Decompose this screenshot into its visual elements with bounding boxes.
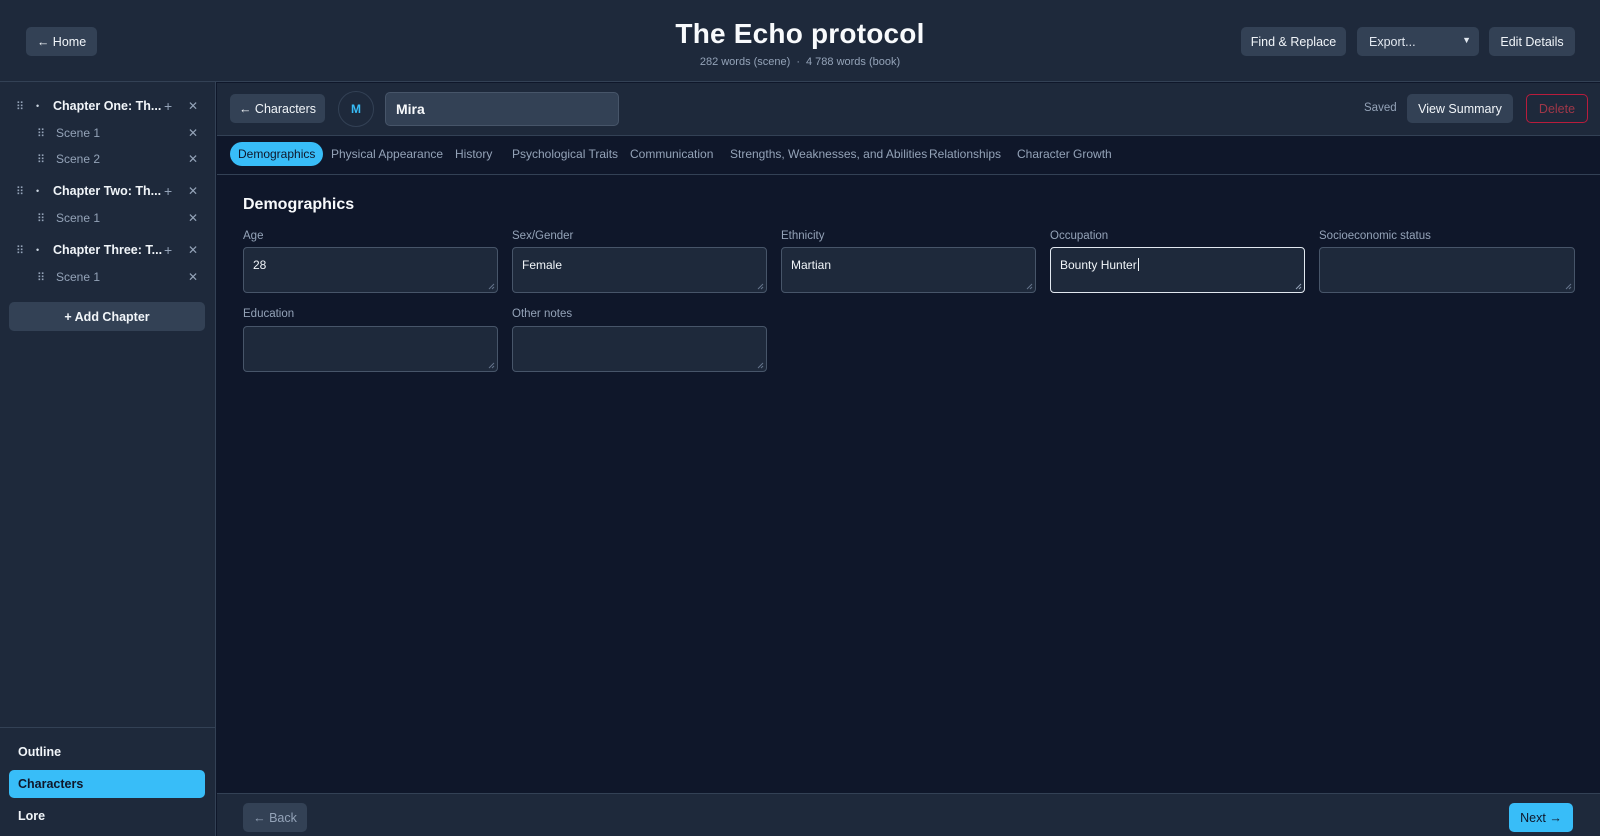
chapter-title[interactable]: Chapter One: Th... xyxy=(53,99,161,113)
resize-handle-icon[interactable] xyxy=(757,362,764,369)
save-status: Saved xyxy=(1364,102,1397,114)
scene-row[interactable]: ⠿ Scene 1 ✕ xyxy=(0,205,216,231)
education-field[interactable] xyxy=(243,326,498,372)
drag-handle-icon[interactable]: ⠿ xyxy=(16,100,24,113)
scene-row[interactable]: ⠿ Scene 1 ✕ xyxy=(0,120,216,146)
age-value: 28 xyxy=(253,258,267,272)
scene-title[interactable]: Scene 1 xyxy=(56,126,100,140)
export-select[interactable]: Export... ▼ xyxy=(1357,27,1479,56)
scene-row[interactable]: ⠿ Scene 2 ✕ xyxy=(0,146,216,172)
resize-handle-icon[interactable] xyxy=(1026,283,1033,290)
resize-handle-icon[interactable] xyxy=(488,362,495,369)
occupation-value: Bounty Hunter xyxy=(1060,258,1137,272)
close-icon[interactable]: ✕ xyxy=(188,152,198,166)
chevron-down-icon: ▼ xyxy=(1462,35,1471,45)
next-button[interactable]: Next → xyxy=(1509,803,1573,832)
view-summary-button[interactable]: View Summary xyxy=(1407,94,1513,123)
chapter-row[interactable]: ⠿ • Chapter Three: T... + ✕ xyxy=(0,237,216,263)
close-icon[interactable]: ✕ xyxy=(188,184,198,198)
book-word-count: 4 788 words (book) xyxy=(806,56,901,68)
form-footer: ← Back Next → xyxy=(217,793,1600,836)
plus-icon[interactable]: + xyxy=(164,242,172,258)
tab-history[interactable]: History xyxy=(447,142,500,166)
sidebar-divider xyxy=(0,727,216,728)
scene-title[interactable]: Scene 2 xyxy=(56,152,100,166)
tab-psychological-traits[interactable]: Psychological Traits xyxy=(504,142,626,166)
bullet-icon: • xyxy=(36,186,40,196)
avatar: M xyxy=(338,91,374,127)
ethnicity-value: Martian xyxy=(791,258,832,272)
sidebar-item-characters[interactable]: Characters xyxy=(9,770,205,798)
scene-title[interactable]: Scene 1 xyxy=(56,270,100,284)
drag-handle-icon[interactable]: ⠿ xyxy=(16,185,24,198)
find-replace-button[interactable]: Find & Replace xyxy=(1241,27,1346,56)
character-name-input[interactable] xyxy=(385,92,619,126)
sidebar: ⠿ • Chapter One: Th... + ✕ ⠿ Scene 1 ✕ ⠿… xyxy=(0,82,216,836)
resize-handle-icon[interactable] xyxy=(1295,283,1302,290)
close-icon[interactable]: ✕ xyxy=(188,99,198,113)
other-notes-field[interactable] xyxy=(512,326,767,372)
scene-row[interactable]: ⠿ Scene 1 ✕ xyxy=(0,264,216,290)
sidebar-item-outline[interactable]: Outline xyxy=(9,738,205,766)
character-header: ← Characters M Saved View Summary Delete xyxy=(217,83,1600,136)
occupation-label: Occupation xyxy=(1050,230,1109,242)
edit-details-button[interactable]: Edit Details xyxy=(1489,27,1575,56)
ethnicity-field[interactable]: Martian xyxy=(781,247,1036,293)
tab-relationships[interactable]: Relationships xyxy=(921,142,1009,166)
tab-strengths-weaknesses[interactable]: Strengths, Weaknesses, and Abilities xyxy=(722,142,935,166)
chapter-row[interactable]: ⠿ • Chapter One: Th... + ✕ xyxy=(0,93,216,119)
close-icon[interactable]: ✕ xyxy=(188,243,198,257)
tab-demographics[interactable]: Demographics xyxy=(230,142,324,166)
chapter-title[interactable]: Chapter Two: Th... xyxy=(53,184,161,198)
export-select-value: Export... xyxy=(1369,34,1416,49)
chapter-row[interactable]: ⠿ • Chapter Two: Th... + ✕ xyxy=(0,178,216,204)
bullet-icon: • xyxy=(36,245,40,255)
sex-gender-value: Female xyxy=(522,258,563,272)
education-label: Education xyxy=(243,308,295,320)
character-tabs: Demographics Physical Appearance History… xyxy=(217,136,1600,175)
sex-gender-label: Sex/Gender xyxy=(512,230,574,242)
plus-icon[interactable]: + xyxy=(164,98,172,114)
plus-icon[interactable]: + xyxy=(164,183,172,199)
section-title: Demographics xyxy=(243,196,355,213)
drag-handle-icon[interactable]: ⠿ xyxy=(37,271,45,284)
text-caret xyxy=(1137,258,1139,271)
drag-handle-icon[interactable]: ⠿ xyxy=(37,153,45,166)
tab-communication[interactable]: Communication xyxy=(622,142,721,166)
ethnicity-label: Ethnicity xyxy=(781,230,825,242)
resize-handle-icon[interactable] xyxy=(488,283,495,290)
close-icon[interactable]: ✕ xyxy=(188,211,198,225)
back-button[interactable]: ← Back xyxy=(243,803,307,832)
sidebar-item-lore[interactable]: Lore xyxy=(9,802,205,830)
word-count-separator: · xyxy=(796,56,800,68)
top-header: ← Home The Echo protocol 282 words (scen… xyxy=(0,0,1600,82)
resize-handle-icon[interactable] xyxy=(757,283,764,290)
chapter-title[interactable]: Chapter Three: T... xyxy=(53,243,162,257)
socioeconomic-status-label: Socioeconomic status xyxy=(1319,230,1431,242)
resize-handle-icon[interactable] xyxy=(1565,283,1572,290)
sex-gender-field[interactable]: Female xyxy=(512,247,767,293)
tab-character-growth[interactable]: Character Growth xyxy=(1009,142,1120,166)
other-notes-label: Other notes xyxy=(512,308,573,320)
bullet-icon: • xyxy=(36,101,40,111)
socioeconomic-status-field[interactable] xyxy=(1319,247,1575,293)
back-to-characters-button[interactable]: ← Characters xyxy=(230,94,325,123)
word-counts: 282 words (scene) · 4 788 words (book) xyxy=(0,56,1600,68)
tab-physical-appearance[interactable]: Physical Appearance xyxy=(323,142,451,166)
scene-word-count: 282 words (scene) xyxy=(699,56,791,68)
close-icon[interactable]: ✕ xyxy=(188,270,198,284)
drag-handle-icon[interactable]: ⠿ xyxy=(37,127,45,140)
occupation-field[interactable]: Bounty Hunter xyxy=(1050,247,1305,293)
age-field[interactable]: 28 xyxy=(243,247,498,293)
close-icon[interactable]: ✕ xyxy=(188,126,198,140)
drag-handle-icon[interactable]: ⠿ xyxy=(37,212,45,225)
age-label: Age xyxy=(243,230,264,242)
delete-button[interactable]: Delete xyxy=(1526,94,1588,123)
add-chapter-button[interactable]: + Add Chapter xyxy=(9,302,205,331)
drag-handle-icon[interactable]: ⠿ xyxy=(16,244,24,257)
scene-title[interactable]: Scene 1 xyxy=(56,211,100,225)
